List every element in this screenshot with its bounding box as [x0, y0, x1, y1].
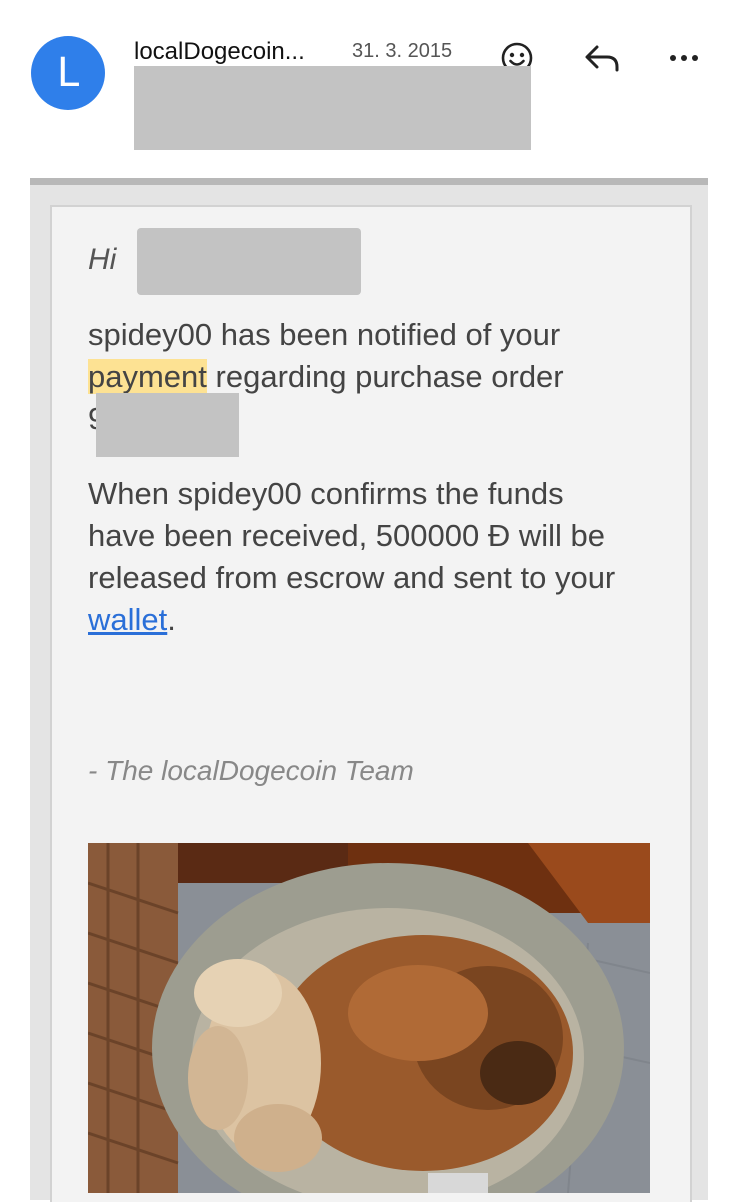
paragraph1-suffix: regarding purchase order [206, 359, 564, 394]
email-date: 31. 3. 2015 [352, 40, 453, 62]
avatar-letter: L [56, 50, 80, 96]
greeting: Hi [88, 243, 116, 277]
sender-avatar[interactable]: L [31, 36, 105, 110]
paragraph-escrow: When spidey00 confirms the funds have be… [88, 473, 623, 641]
paragraph1-prefix: spidey00 has been notified of your [88, 317, 561, 352]
reply-icon-graphic [585, 45, 619, 72]
more-icon[interactable] [664, 38, 704, 78]
paragraph2-suffix: . [167, 602, 176, 637]
more-icon-graphic [670, 55, 698, 61]
paragraph2-prefix: When spidey00 confirms the funds have be… [88, 476, 616, 595]
signature: - The localDogecoin Team [88, 755, 414, 786]
greeting-text: Hi [88, 243, 117, 276]
highlighted-term: payment [88, 359, 207, 394]
sender-name[interactable]: localDogecoin... [134, 38, 334, 66]
redacted-recipient [134, 66, 531, 150]
wallet-link[interactable]: wallet [88, 602, 167, 637]
redacted-name [137, 228, 361, 295]
reply-icon[interactable] [582, 38, 622, 78]
dog-photo [88, 843, 650, 1193]
redacted-order-number [96, 393, 239, 457]
